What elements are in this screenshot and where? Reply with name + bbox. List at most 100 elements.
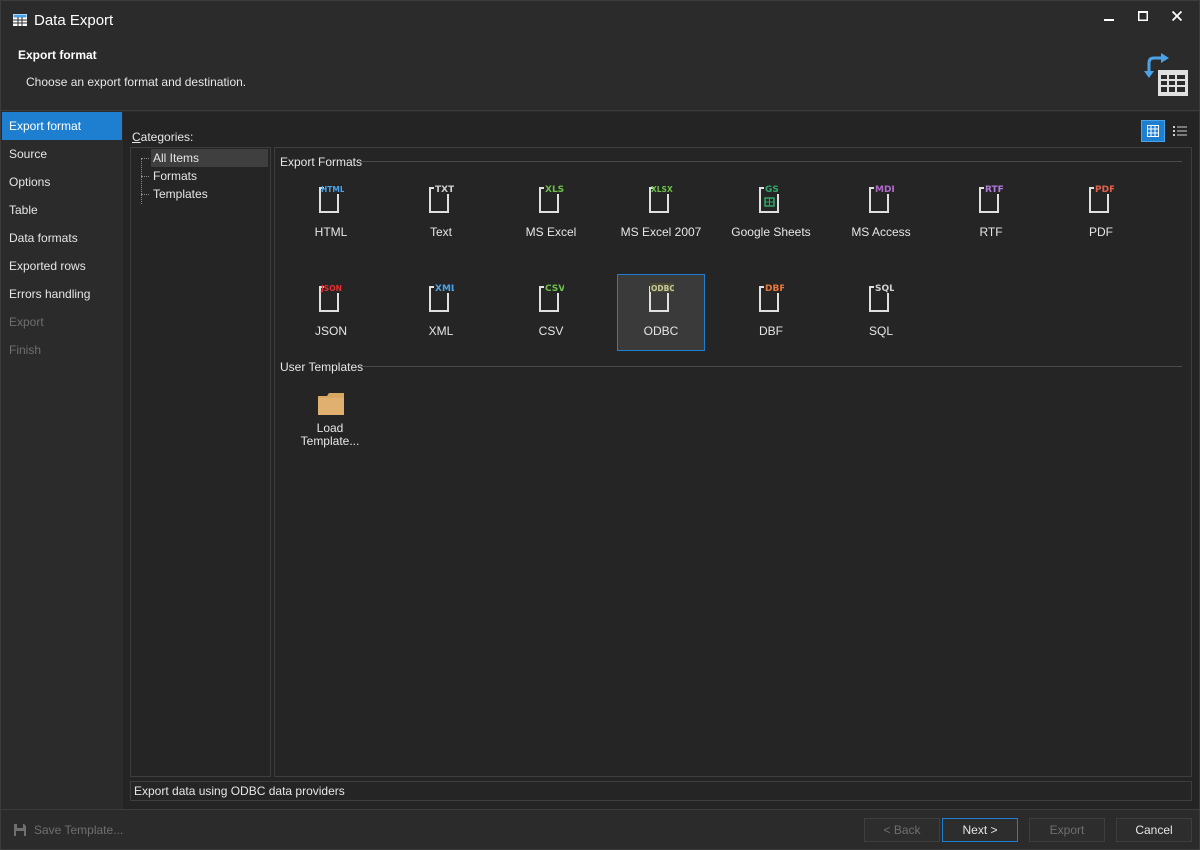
format-label: Text xyxy=(429,225,452,239)
file-ms-excel-2007-icon: XLSX xyxy=(649,185,673,213)
formats-panel: Export Formats HTML HTML TXT Text XLS MS Exce… xyxy=(274,147,1192,777)
file-tag: CSV xyxy=(545,284,564,294)
list-view-icon xyxy=(1173,126,1187,136)
format-item-xml[interactable]: XML XML xyxy=(397,274,485,351)
maximize-button[interactable] xyxy=(1128,5,1158,27)
file-tag: SQL xyxy=(875,284,894,294)
format-label: SQL xyxy=(868,324,893,338)
format-item-json[interactable]: JSON JSON xyxy=(287,274,375,351)
file-html-icon: HTML xyxy=(319,185,344,213)
wizard-steps-nav: Export format Source Options Table Data … xyxy=(2,112,122,809)
large-icons-view-button[interactable] xyxy=(1141,120,1165,142)
nav-item-finish: Finish xyxy=(9,343,42,357)
format-item-ms-excel[interactable]: XLS MS Excel xyxy=(507,175,595,252)
status-description: Export data using ODBC data providers xyxy=(130,781,1192,801)
file-tag: JSON xyxy=(320,284,342,293)
group-export-formats: Export Formats xyxy=(280,155,363,169)
group-divider xyxy=(360,366,1182,367)
file-tag: GS xyxy=(765,185,779,195)
minimize-button[interactable] xyxy=(1094,5,1124,27)
nav-item-table[interactable]: Table xyxy=(2,196,122,224)
category-formats[interactable]: Formats xyxy=(151,167,199,185)
file-tag: RTF xyxy=(985,185,1004,195)
format-item-dbf[interactable]: DBF DBF xyxy=(727,274,815,351)
cancel-button[interactable]: Cancel xyxy=(1116,818,1192,842)
group-divider xyxy=(360,161,1182,162)
main-content: Categories: All Items Formats Templates xyxy=(123,112,1199,809)
floppy-disk-icon xyxy=(14,824,26,836)
table-export-icon xyxy=(13,14,27,26)
maximize-icon xyxy=(1138,11,1148,21)
file-csv-icon: CSV xyxy=(539,284,564,312)
format-item-html[interactable]: HTML HTML xyxy=(287,175,375,252)
file-json-icon: JSON xyxy=(319,284,342,312)
tree-line xyxy=(141,158,142,204)
file-google-sheets-icon: GS xyxy=(759,185,779,213)
format-item-sql[interactable]: SQL SQL xyxy=(837,274,925,351)
step-subtitle: Choose an export format and destination. xyxy=(26,75,247,89)
format-item-google-sheets[interactable]: GS Google Sheets xyxy=(727,175,815,252)
file-ms-access-icon: MDB xyxy=(869,185,894,213)
load-template-label: Load Template... xyxy=(300,421,360,448)
nav-item-data-formats[interactable]: Data formats xyxy=(2,224,122,252)
format-label: PDF xyxy=(1089,225,1113,239)
file-sql-icon: SQL xyxy=(869,284,894,312)
categories-tree: All Items Formats Templates xyxy=(130,147,271,777)
nav-item-source[interactable]: Source xyxy=(2,140,122,168)
window-title: Data Export xyxy=(34,12,114,29)
file-tag: MDB xyxy=(875,185,894,195)
list-view-button[interactable] xyxy=(1168,120,1192,142)
format-item-pdf[interactable]: PDF PDF xyxy=(1057,175,1145,252)
category-templates[interactable]: Templates xyxy=(151,185,210,203)
format-label: RTF xyxy=(979,225,1003,239)
data-export-window: Data Export Export format Choose an expo… xyxy=(0,0,1200,850)
format-item-ms-access[interactable]: MDB MS Access xyxy=(837,175,925,252)
format-label: HTML xyxy=(314,225,348,239)
load-template-item[interactable]: Load Template... xyxy=(286,381,374,469)
format-label: MS Access xyxy=(851,225,911,239)
categories-label: Categories: xyxy=(132,130,194,144)
format-item-ms-excel-2007[interactable]: XLSX MS Excel 2007 xyxy=(617,175,705,252)
close-button[interactable] xyxy=(1162,5,1192,27)
format-label: Google Sheets xyxy=(731,225,811,239)
format-label: CSV xyxy=(538,324,564,338)
nav-item-exported-rows[interactable]: Exported rows xyxy=(2,252,122,280)
format-item-odbc[interactable]: ODBC ODBC xyxy=(617,274,705,351)
format-item-csv[interactable]: CSV CSV xyxy=(507,274,595,351)
minimize-icon xyxy=(1104,19,1114,21)
nav-item-export-format[interactable]: Export format xyxy=(2,112,122,140)
file-tag: PDF xyxy=(1095,185,1114,195)
save-template-button: Save Template... xyxy=(7,818,125,842)
format-label: XML xyxy=(428,324,454,338)
nav-item-export: Export xyxy=(9,315,44,329)
category-all-items[interactable]: All Items xyxy=(151,149,268,167)
tree-line xyxy=(141,176,149,177)
step-title: Export format xyxy=(18,48,97,62)
tree-line xyxy=(141,158,149,159)
save-template-label: Save Template... xyxy=(34,823,124,837)
format-item-rtf[interactable]: RTF RTF xyxy=(947,175,1035,252)
format-item-text[interactable]: TXT Text xyxy=(397,175,485,252)
format-label: DBF xyxy=(759,324,783,338)
group-user-templates: User Templates xyxy=(280,360,364,374)
file-odbc-icon: ODBC xyxy=(649,283,674,312)
file-pdf-icon: PDF xyxy=(1089,185,1114,213)
table-export-icon xyxy=(1144,53,1188,96)
file-tag: XML xyxy=(435,284,454,294)
close-icon xyxy=(1172,11,1182,21)
folder-icon xyxy=(318,393,344,415)
file-xml-icon: XML xyxy=(429,284,454,312)
file-ms-excel-icon: XLS xyxy=(539,185,564,213)
nav-item-options[interactable]: Options xyxy=(2,168,122,196)
format-label: JSON xyxy=(314,324,347,338)
file-tag: XLSX xyxy=(651,185,673,194)
large-icons-view-icon xyxy=(1147,125,1159,137)
format-label: ODBC xyxy=(643,324,679,338)
file-dbf-icon: DBF xyxy=(759,284,784,312)
export-button: Export xyxy=(1029,818,1105,842)
file-tag: ODBC xyxy=(651,284,674,293)
next-button[interactable]: Next > xyxy=(942,818,1018,842)
file-tag: DBF xyxy=(765,284,784,294)
nav-item-errors-handling[interactable]: Errors handling xyxy=(2,280,122,308)
file-tag: TXT xyxy=(435,185,454,195)
